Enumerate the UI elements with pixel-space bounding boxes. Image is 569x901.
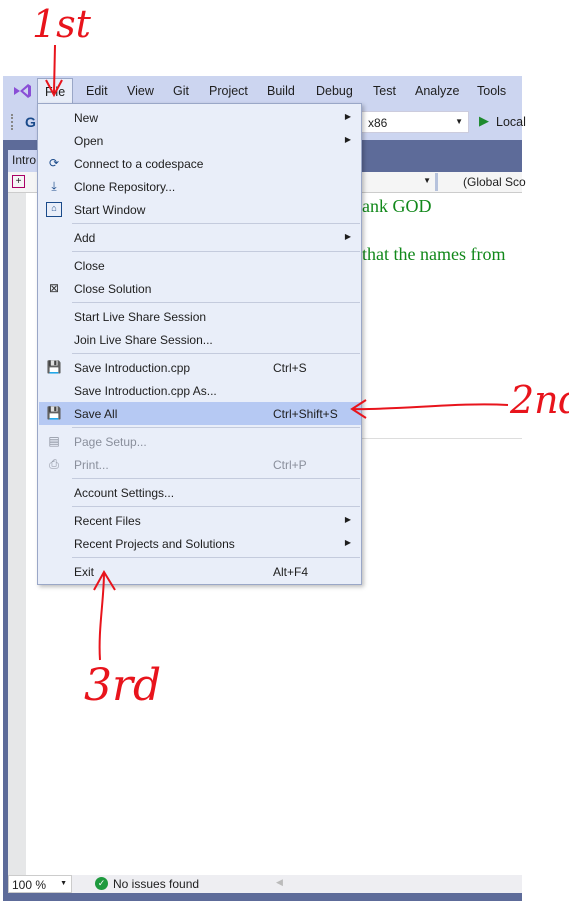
- arrow-to-save-all: [350, 399, 509, 419]
- arrow-to-file: [45, 44, 63, 98]
- arrow-to-exit: [93, 570, 116, 661]
- annotation-arrows: [45, 44, 509, 661]
